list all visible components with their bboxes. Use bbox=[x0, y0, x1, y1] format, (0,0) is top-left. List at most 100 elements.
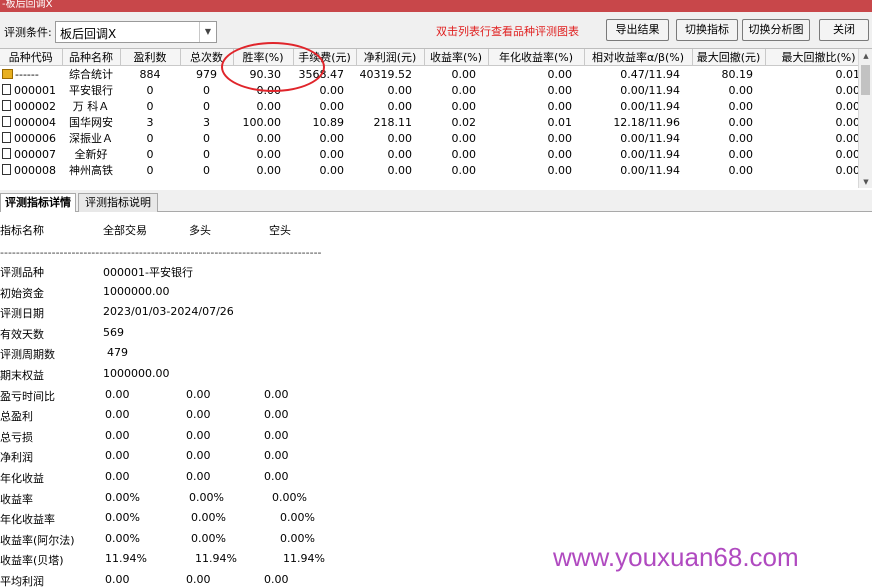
cell-total: 0 bbox=[203, 83, 210, 97]
table-row[interactable]: 000002 万 科Ａ 0 0 0.00 0.00 0.00 0.00 0.00 0.00/11.… bbox=[0, 98, 872, 114]
cell-maxdd: 0.00 bbox=[728, 115, 754, 129]
column-header[interactable]: 收益率(%) bbox=[424, 49, 489, 66]
cell-relative: 0.00/11.94 bbox=[620, 163, 680, 177]
watermark-text: www.youxuan68.com bbox=[553, 542, 799, 572]
condition-label: 评测条件: bbox=[4, 26, 52, 39]
cell-code: 000007 bbox=[14, 147, 56, 161]
window-title: -板后回调X bbox=[2, 0, 53, 10]
detail-row: 评测品种 000001-平安银行 bbox=[0, 264, 420, 279]
cell-winrate: 0.00 bbox=[256, 163, 282, 177]
cell-profit: 0.00 bbox=[387, 163, 413, 177]
detail-value: 1000000.00 bbox=[103, 284, 170, 298]
detail-value: 0.00 bbox=[186, 408, 211, 422]
cell-relative: 0.47/11.94 bbox=[620, 67, 680, 81]
cell-annual: 0.01 bbox=[547, 115, 573, 129]
cell-code-wrap: ------ bbox=[0, 66, 62, 83]
cell-code-wrap: 000002 bbox=[0, 98, 62, 114]
cell-total: 0 bbox=[203, 99, 210, 113]
switch-chart-button[interactable]: 切换分析图 bbox=[742, 19, 810, 41]
table-row[interactable]: 000001 平安银行 0 0 0.00 0.00 0.00 0.00 0.00 0.00/11.… bbox=[0, 82, 872, 98]
detail-label: 年化收益 bbox=[0, 472, 44, 485]
detail-row: 净利润 0.00 0.00 0.00 bbox=[0, 449, 420, 465]
cell-maxddr: 0.00 bbox=[835, 99, 861, 113]
results-grid[interactable]: 品种代码 品种名称 盈利数 总次数 胜率(%) 手续费(元) 净利润(元) 收益率(%) 年化收… bbox=[0, 48, 872, 188]
cell-relative: 0.00/11.94 bbox=[620, 147, 680, 161]
column-header[interactable]: 最大回撤比(%) bbox=[765, 49, 872, 66]
detail-header-row: 指标名称 全部交易 多头 空头 bbox=[0, 222, 400, 237]
close-button[interactable]: 关闭 bbox=[819, 19, 869, 41]
column-header[interactable]: 最大回撤(元) bbox=[692, 49, 766, 66]
column-header[interactable]: 净利润(元) bbox=[356, 49, 425, 66]
detail-value: 0.00 bbox=[186, 573, 211, 586]
results-table: 品种代码 品种名称 盈利数 总次数 胜率(%) 手续费(元) 净利润(元) 收益率(%) 年化收… bbox=[0, 49, 872, 178]
tab-indicator-details[interactable]: 评测指标详情 bbox=[0, 193, 76, 213]
cell-ret: 0.00 bbox=[451, 163, 477, 177]
cell-total: 0 bbox=[203, 147, 210, 161]
cell-wins: 0 bbox=[146, 163, 154, 177]
detail-label: 净利润 bbox=[0, 451, 33, 465]
detail-label: 平均利润 bbox=[0, 575, 44, 588]
cell-name: 国华网安 bbox=[69, 116, 113, 129]
detail-row: 评测日期 2023/01/03-2024/07/26 bbox=[0, 305, 420, 320]
cell-code: 000008 bbox=[14, 163, 56, 177]
detail-value: 0.00% bbox=[105, 531, 140, 545]
detail-row: 年化收益 0.00 0.00 0.00 bbox=[0, 470, 420, 485]
export-button[interactable]: 导出结果 bbox=[606, 19, 669, 41]
detail-value: 0.00% bbox=[189, 490, 224, 504]
tab-indicator-explanation[interactable]: 评测指标说明 bbox=[78, 193, 158, 212]
cell-annual: 0.00 bbox=[547, 99, 573, 113]
document-icon bbox=[2, 147, 11, 159]
detail-row: 总亏损 0.00 0.00 0.00 bbox=[0, 428, 420, 444]
column-header[interactable]: 年化收益率(%) bbox=[488, 49, 585, 66]
detail-row: 盈亏时间比 0.00 0.00 0.00 bbox=[0, 387, 420, 403]
detail-value: 0.00 bbox=[264, 408, 289, 422]
detail-value: 1000000.00 bbox=[103, 367, 170, 380]
detail-label: 年化收益率 bbox=[0, 513, 55, 527]
cell-wins: 884 bbox=[139, 67, 161, 81]
detail-value: 0.00 bbox=[105, 408, 130, 422]
column-header[interactable]: 盈利数 bbox=[120, 49, 181, 66]
column-header[interactable]: 品种名称 bbox=[62, 49, 121, 66]
cell-maxddr: 0.00 bbox=[835, 163, 861, 177]
detail-value: 0.00 bbox=[186, 470, 211, 483]
table-row[interactable]: 000007 全新好 0 0 0.00 0.00 0.00 0.00 0.00 0.00/11.9… bbox=[0, 146, 872, 162]
detail-value: 0.00 bbox=[186, 428, 211, 442]
cell-code-wrap: 000001 bbox=[0, 82, 62, 98]
document-icon bbox=[2, 83, 11, 95]
detail-label: 总盈利 bbox=[0, 410, 33, 424]
grid-scrollbar[interactable]: ▲ ▼ bbox=[858, 49, 872, 188]
detail-label: 期末权益 bbox=[0, 369, 44, 382]
cell-total: 0 bbox=[203, 163, 210, 177]
detail-value: 0.00 bbox=[186, 387, 211, 401]
cell-wins: 0 bbox=[146, 99, 154, 113]
detail-value: 0.00% bbox=[280, 531, 315, 545]
cell-code: 000002 bbox=[14, 99, 56, 113]
scroll-thumb[interactable] bbox=[861, 65, 870, 95]
cell-profit: 40319.52 bbox=[359, 67, 413, 81]
chevron-down-icon[interactable]: ▼ bbox=[199, 22, 216, 42]
detail-value: 0.00 bbox=[264, 428, 289, 442]
detail-row: 有效天数 569 bbox=[0, 326, 420, 341]
table-row[interactable]: 000006 深振业Ａ 0 0 0.00 0.00 0.00 0.00 0.00 0.00/11.… bbox=[0, 130, 872, 146]
detail-value: 0.00 bbox=[105, 449, 130, 463]
cell-winrate: 0.00 bbox=[256, 131, 282, 145]
detail-value: 0.00% bbox=[105, 490, 140, 504]
table-row[interactable]: 000004 国华网安 3 3 100.00 10.89 218.11 0.02 0.01 12.… bbox=[0, 114, 872, 130]
table-row[interactable]: ------ 综合统计 884 979 90.30 3568.47 40319.52 0.00… bbox=[0, 66, 872, 83]
condition-select[interactable]: 板后回调X ▼ bbox=[55, 21, 217, 43]
cell-profit: 218.11 bbox=[373, 115, 413, 129]
detail-label: 评测品种 bbox=[0, 266, 44, 279]
scroll-down-icon[interactable]: ▼ bbox=[859, 175, 872, 188]
detail-header-all: 全部交易 bbox=[103, 224, 147, 237]
cell-name: 深振业Ａ bbox=[69, 132, 113, 145]
detail-row: 收益率 0.00% 0.00% 0.00% bbox=[0, 490, 420, 506]
table-row[interactable]: 000008 神州高铁 0 0 0.00 0.00 0.00 0.00 0.00 0.00/11.… bbox=[0, 162, 872, 178]
switch-indicator-button[interactable]: 切换指标 bbox=[676, 19, 738, 41]
column-header[interactable]: 相对收益率α/β(%) bbox=[584, 49, 693, 66]
scroll-up-icon[interactable]: ▲ bbox=[859, 49, 872, 63]
detail-value: 11.94% bbox=[283, 552, 325, 566]
cell-wins: 0 bbox=[146, 131, 154, 145]
window-title-bar: -板后回调X bbox=[0, 0, 872, 12]
cell-wins: 0 bbox=[146, 83, 154, 97]
column-header[interactable]: 品种代码 bbox=[0, 49, 63, 66]
